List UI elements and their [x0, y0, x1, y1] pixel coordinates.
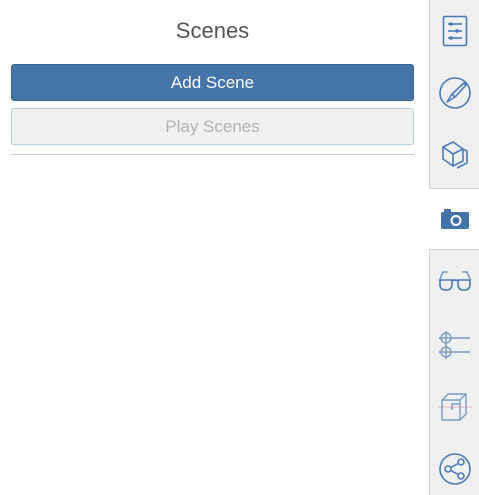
glasses-icon — [438, 270, 472, 292]
paint-brush-icon — [438, 76, 472, 110]
tab-model-tree[interactable] — [430, 0, 479, 62]
model-tree-icon — [442, 15, 468, 47]
tab-layers[interactable] — [430, 124, 479, 186]
tab-section-planes[interactable] — [430, 314, 479, 376]
play-scenes-button[interactable]: Play Scenes — [11, 108, 414, 145]
app-window: Scenes Add Scene Play Scenes — [0, 0, 479, 495]
tab-explode[interactable] — [430, 376, 479, 438]
tool-sidebar — [429, 0, 479, 495]
divider — [11, 154, 414, 155]
tab-view[interactable] — [430, 250, 479, 312]
scenes-panel: Scenes Add Scene Play Scenes — [0, 0, 429, 495]
add-scene-button[interactable]: Add Scene — [11, 64, 414, 101]
panel-title: Scenes — [175, 18, 250, 43]
section-planes-icon — [438, 328, 472, 362]
layers-icon — [439, 139, 471, 171]
tab-share[interactable] — [430, 438, 479, 495]
tab-scenes[interactable] — [429, 188, 479, 250]
camera-icon — [440, 208, 470, 230]
tab-styles[interactable] — [430, 62, 479, 124]
share-icon — [438, 452, 472, 486]
explode-box-icon — [438, 390, 472, 424]
